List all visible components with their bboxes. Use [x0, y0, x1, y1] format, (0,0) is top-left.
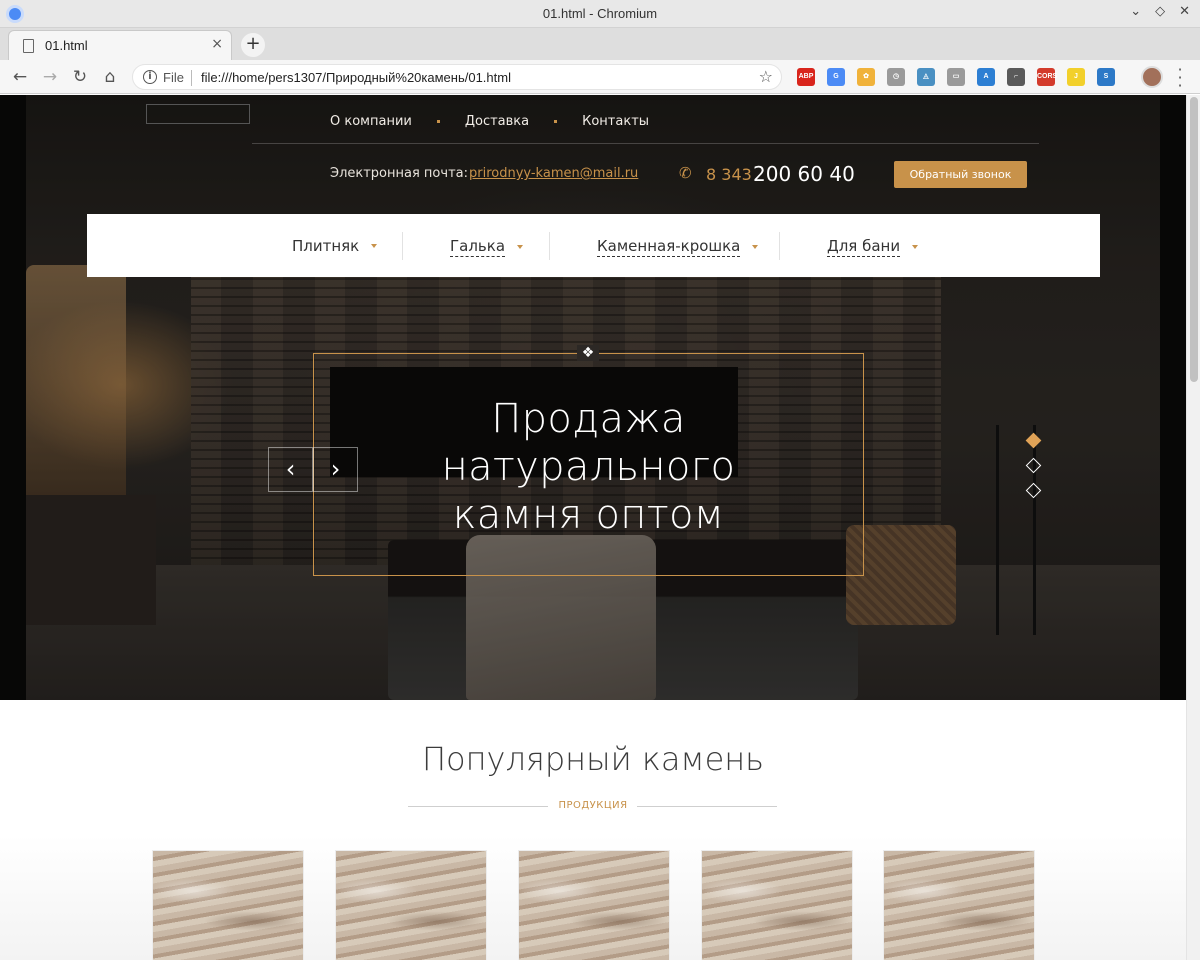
chevron-down-icon [371, 244, 378, 248]
product-card-image[interactable] [702, 851, 852, 960]
hero-banner: О компании Доставка Контакты Электронная… [0, 95, 1186, 700]
category-kamennaya-kroshka[interactable]: Каменная-крошка [597, 237, 759, 257]
notes-icon[interactable]: J [1067, 68, 1085, 86]
angular-icon[interactable]: A [977, 68, 995, 86]
category-label: Плитняк [292, 237, 360, 255]
profile-avatar[interactable] [1141, 66, 1163, 88]
url-text[interactable]: file:///home/pers1307/Природный%20камень… [201, 70, 511, 85]
close-window-icon[interactable]: ✕ [1179, 4, 1190, 19]
page-scrollbar[interactable] [1186, 95, 1200, 960]
address-bar[interactable]: i File file:///home/pers1307/Природный%2… [132, 64, 782, 90]
tab-01-html[interactable]: 01.html × [8, 30, 232, 60]
category-plitnyak[interactable]: Плитняк [292, 237, 378, 255]
shield-icon[interactable]: ◬ [917, 68, 935, 86]
slider-dot[interactable] [1025, 482, 1042, 499]
ornament-icon: ❖ [577, 345, 599, 361]
slider-dot[interactable] [1025, 432, 1042, 449]
cors-icon[interactable]: CORS [1037, 68, 1057, 86]
chevron-down-icon [517, 245, 524, 249]
scrollbar-thumb[interactable] [1190, 97, 1198, 382]
callback-button[interactable]: Обратный звонок [894, 161, 1027, 188]
category-dlya-bani[interactable]: Для бани [827, 237, 919, 257]
slide-title: Продажа натурального камня оптом [313, 395, 864, 539]
clock-icon[interactable]: ◷ [887, 68, 905, 86]
info-icon[interactable]: i [143, 70, 157, 84]
product-card-image[interactable] [153, 851, 303, 960]
slider-next-button[interactable]: › [313, 447, 358, 492]
eyedropper-icon[interactable]: ⌐ [1007, 68, 1025, 86]
reload-icon[interactable]: ↻ [68, 65, 92, 89]
nav-about[interactable]: О компании [330, 114, 412, 129]
popular-stone-title: Популярный камень [421, 740, 765, 778]
slide-title-line: натурального [441, 444, 736, 490]
chevron-down-icon [752, 245, 759, 249]
category-label: Каменная-крошка [597, 237, 741, 257]
category-separator [779, 232, 780, 260]
category-separator [402, 232, 403, 260]
tab-title: 01.html [45, 38, 88, 53]
category-galka[interactable]: Галька [450, 237, 524, 257]
category-separator [549, 232, 550, 260]
top-navigation: О компании Доставка Контакты [330, 114, 649, 129]
tab-strip: 01.html × + [0, 28, 1200, 60]
header-divider [252, 143, 1039, 144]
category-menu: Плитняк Галька Каменная-крошка Для бани [87, 214, 1100, 277]
category-label: Галька [450, 237, 506, 257]
window-controls: ⌄ ◇ ✕ [1130, 4, 1190, 19]
phone-icon: ✆ [679, 164, 692, 182]
bookmark-star-icon[interactable]: ☆ [759, 67, 773, 86]
s-icon[interactable]: S [1097, 68, 1115, 86]
category-label: Для бани [827, 237, 901, 257]
browser-menu-icon[interactable]: · · · [1172, 62, 1188, 94]
product-card-image[interactable] [336, 851, 486, 960]
browser-toolbar: ← → ↻ ⌂ i File file:///home/pers1307/При… [0, 60, 1200, 94]
nav-contacts[interactable]: Контакты [582, 114, 649, 129]
puzzle-icon[interactable]: ✿ [857, 68, 875, 86]
chevron-down-icon [912, 245, 919, 249]
email-link[interactable]: prirodnyy-kamen@mail.ru [469, 166, 638, 181]
maximize-icon[interactable]: ◇ [1155, 4, 1165, 19]
url-separator [191, 70, 192, 86]
home-icon[interactable]: ⌂ [98, 65, 122, 89]
back-icon[interactable]: ← [8, 65, 32, 89]
slide-title-line: Продажа [491, 396, 686, 442]
slider-pagination [1025, 432, 1042, 510]
translate-icon[interactable]: G [827, 68, 845, 86]
url-scheme: File [163, 70, 184, 85]
nav-separator [554, 120, 558, 123]
nav-separator [436, 120, 440, 123]
chat-icon[interactable]: ▭ [947, 68, 965, 86]
product-card-image[interactable] [519, 851, 669, 960]
window-title: 01.html - Chromium [542, 6, 658, 21]
page-viewport: О компании Доставка Контакты Электронная… [0, 95, 1186, 960]
new-tab-button[interactable]: + [241, 33, 265, 57]
email-label: Электронная почта: [330, 166, 468, 181]
window-titlebar: 01.html - Chromium ⌄ ◇ ✕ [0, 0, 1200, 28]
phone-number[interactable]: 200 60 40 [753, 162, 855, 186]
product-card-image[interactable] [884, 851, 1034, 960]
slider-prev-button[interactable]: ‹ [268, 447, 313, 492]
popular-stone-subtitle: ПРОДУКЦИЯ [558, 800, 628, 811]
nav-delivery[interactable]: Доставка [465, 114, 529, 129]
adblock-plus-icon[interactable]: ABP [797, 68, 815, 86]
tab-close-icon[interactable]: × [211, 36, 223, 52]
site-logo[interactable] [146, 104, 250, 124]
slider-dot[interactable] [1025, 457, 1042, 474]
slide-title-line: камня оптом [452, 492, 725, 538]
minimize-icon[interactable]: ⌄ [1130, 4, 1141, 19]
document-icon [23, 39, 34, 53]
forward-icon[interactable]: → [38, 65, 62, 89]
phone-code: 8 343 [706, 165, 752, 184]
